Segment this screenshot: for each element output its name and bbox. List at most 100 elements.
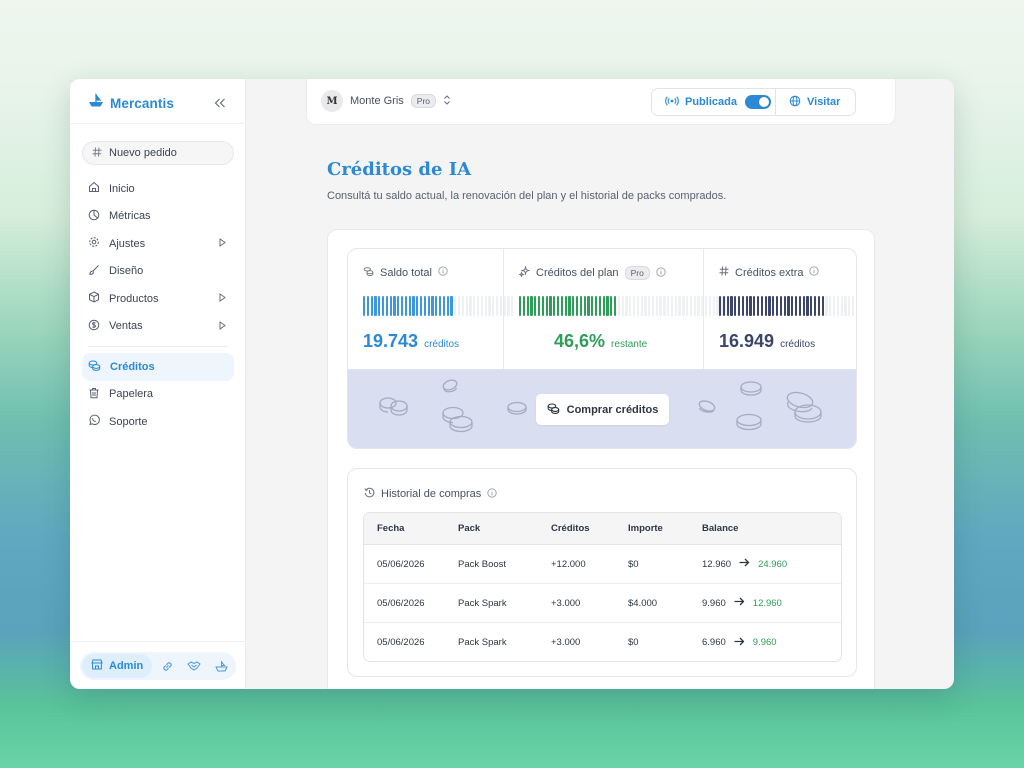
meter-segment (499, 296, 502, 316)
meter-segment (606, 296, 609, 316)
meter-segment (659, 296, 662, 316)
coins-icon (88, 359, 101, 374)
meter-segment (813, 296, 817, 316)
info-icon[interactable] (656, 266, 666, 280)
coins-decoration-icon (442, 406, 473, 433)
meter-segment (779, 296, 783, 316)
cell-fecha: 05/06/2026 (377, 558, 425, 570)
meter-segment (591, 296, 594, 316)
new-order-button[interactable]: Nuevo pedido (82, 141, 234, 165)
meter-segment (648, 296, 651, 316)
meter-segment (602, 296, 605, 316)
column-header: Importe (628, 523, 663, 534)
meter-segment (682, 296, 685, 316)
meter-segment (519, 296, 522, 316)
info-icon[interactable] (809, 266, 820, 279)
sidebar-item-label: Soporte (109, 415, 148, 428)
meter-segment (526, 296, 529, 316)
collapse-sidebar-button[interactable] (210, 93, 230, 113)
cell-importe: $4.000 (628, 597, 658, 609)
balance-progress-bar (363, 296, 514, 316)
arrow-right-icon (734, 637, 745, 649)
balance-from: 6.960 (702, 637, 726, 648)
app-window: Mercantis Nuevo pedido Inicio Métricas A… (70, 79, 954, 689)
meter-segment (412, 296, 415, 316)
coin-decoration-icon (740, 381, 762, 396)
buy-credits-button[interactable]: Comprar créditos (536, 394, 669, 425)
meter-segment (446, 296, 449, 316)
balance-to: 9.960 (752, 637, 777, 648)
meter-segment (469, 296, 472, 316)
meter-segment (404, 296, 408, 316)
admin-button[interactable]: Admin (82, 654, 153, 678)
sidebar: Mercantis Nuevo pedido Inicio Métricas A… (70, 79, 246, 689)
stat-extra-credits: Créditos extra 16.949 créditos (703, 249, 856, 369)
link-icon[interactable] (155, 654, 179, 678)
sidebar-item-ventas[interactable]: Ventas (82, 313, 234, 341)
meter-segment (794, 296, 798, 316)
meter-segment (693, 296, 696, 316)
cell-creditos: +3.000 (551, 597, 581, 609)
info-icon[interactable] (438, 266, 448, 279)
stat-label: Créditos del plan (536, 267, 619, 279)
meter-segment (537, 296, 541, 316)
divider (70, 123, 246, 124)
sidebar-item-label: Ventas (109, 320, 143, 333)
meter-segment (825, 296, 828, 316)
sidebar-item-ajustes[interactable]: Ajustes (82, 230, 234, 258)
meter-segment (836, 296, 839, 316)
visit-button[interactable]: Visitar (776, 89, 840, 115)
meter-segment (644, 296, 647, 316)
chart-pie-icon (88, 209, 100, 224)
meter-segment (575, 296, 579, 316)
stat-total-balance: Saldo total 19.743 créditos (348, 249, 514, 369)
cell-balance: 6.960 9.960 (702, 637, 777, 649)
visit-label: Visitar (807, 96, 841, 108)
meter-segment (829, 296, 832, 316)
sidebar-item-diseno[interactable]: Diseño (82, 258, 234, 286)
sidebar-item-creditos[interactable]: Créditos (82, 353, 234, 381)
meter-segment (610, 296, 613, 316)
sidebar-item-productos[interactable]: Productos (82, 285, 234, 313)
new-order-label: Nuevo pedido (109, 147, 177, 159)
handshake-icon[interactable] (182, 654, 206, 678)
sidebar-item-soporte[interactable]: Soporte (82, 408, 234, 436)
meter-segment (617, 296, 621, 316)
publish-toggle-group[interactable]: Publicada (652, 89, 776, 115)
meter-segment (655, 296, 658, 316)
coins-icon (547, 402, 560, 417)
meter-segment (534, 296, 537, 316)
page-subtitle: Consultá tu saldo actual, la renovación … (327, 190, 727, 202)
cell-fecha: 05/06/2026 (377, 597, 425, 609)
meter-segment (851, 296, 855, 316)
meter-segment (397, 296, 400, 316)
sidebar-item-label: Diseño (109, 265, 144, 278)
stat-plan-credits: Créditos del plan Pro 46,6% restante (503, 249, 731, 369)
sidebar-item-inicio[interactable]: Inicio (82, 175, 234, 203)
published-toggle[interactable] (744, 95, 771, 109)
meter-segment (848, 296, 851, 316)
sidebar-item-metricas[interactable]: Métricas (82, 203, 234, 231)
meter-segment (594, 296, 598, 316)
meter-segment (670, 296, 674, 316)
arrow-right-icon (734, 597, 745, 609)
meter-segment (745, 296, 748, 316)
meter-segment (798, 296, 802, 316)
meter-segment (636, 296, 639, 316)
sparkles-icon (518, 265, 531, 280)
divider (88, 346, 228, 347)
coins-decoration-icon (786, 391, 822, 423)
brush-icon (88, 264, 100, 279)
brand[interactable]: Mercantis (88, 93, 174, 113)
ship-icon[interactable] (209, 654, 233, 678)
divider (70, 641, 246, 642)
info-icon[interactable] (487, 487, 497, 501)
meter-segment (556, 296, 560, 316)
trash-icon (88, 387, 100, 402)
meter-segment (492, 296, 495, 316)
sidebar-item-papelera[interactable]: Papelera (82, 381, 234, 409)
meter-segment (722, 296, 726, 316)
meter-segment (802, 296, 805, 316)
meter-segment (737, 296, 741, 316)
store-switcher[interactable]: M Monte Gris Pro (321, 90, 451, 112)
